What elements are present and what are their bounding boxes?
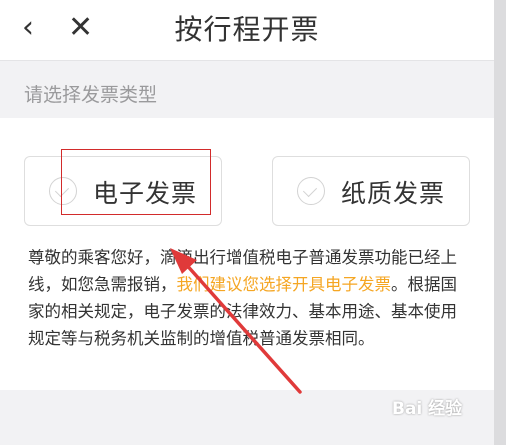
description-highlight: 我们建议您选择开具电子发票 — [176, 275, 392, 294]
paper-invoice-option[interactable]: 纸质发票 — [272, 156, 470, 226]
electronic-invoice-label: 电子发票 — [93, 179, 198, 208]
paper-invoice-label: 纸质发票 — [341, 179, 446, 208]
nav-header: ‹ ✕ 按行程开票 — [0, 0, 494, 61]
invoice-description: 尊敬的乘客您好，滴滴出行增值税电子普通发票功能已经上线，如您急需报销，我们建议您… — [28, 244, 468, 352]
screen-edge — [494, 0, 506, 445]
electronic-invoice-option[interactable]: 电子发票 — [24, 156, 222, 226]
invoice-type-label: 请选择发票类型 — [24, 84, 158, 106]
check-circle-icon — [297, 177, 325, 205]
check-circle-icon — [49, 177, 77, 205]
app-screen: ‹ ✕ 按行程开票 请选择发票类型 电子发票 纸质发票 尊敬的乘客您好，滴滴出行… — [0, 0, 494, 445]
page-title: 按行程开票 — [174, 13, 320, 46]
invoice-type-card: 电子发票 纸质发票 尊敬的乘客您好，滴滴出行增值税电子普通发票功能已经上线，如您… — [0, 118, 494, 390]
baidu-watermark: Bai 经验 — [392, 399, 463, 419]
